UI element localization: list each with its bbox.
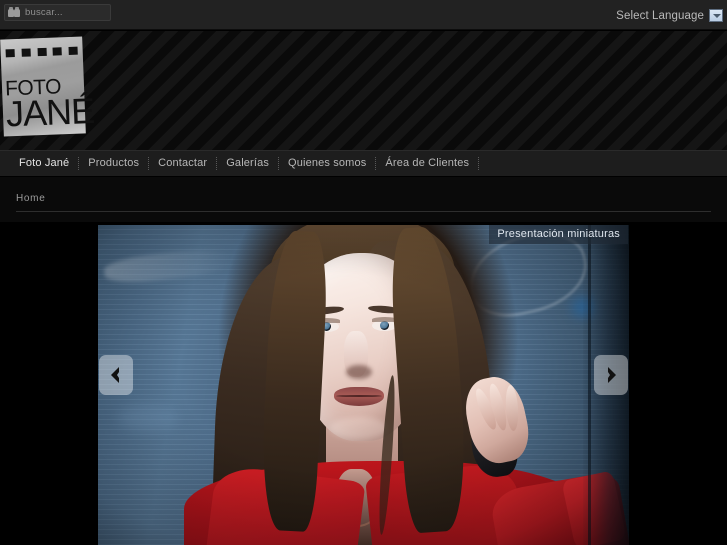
logo-perforations	[5, 46, 78, 58]
nav-item-foto-jane[interactable]: Foto Jané	[10, 151, 78, 176]
slideshow-photo	[98, 225, 629, 545]
breadcrumb-bar: Home	[0, 177, 727, 222]
breadcrumb-divider	[16, 211, 711, 212]
language-selector[interactable]: Select Language	[616, 6, 723, 25]
logo-text: FOTO JANÉ	[5, 75, 95, 135]
search-box[interactable]	[4, 4, 157, 21]
previous-slide-button[interactable]	[99, 355, 133, 395]
slideshow-stage[interactable]: Presentación miniaturas	[98, 225, 629, 545]
nav-item-productos[interactable]: Productos	[79, 151, 148, 176]
main-navigation: Foto Jané Productos Contactar Galerías Q…	[0, 150, 727, 177]
thumbnails-button[interactable]: Presentación miniaturas	[489, 225, 628, 244]
next-slide-button[interactable]	[594, 355, 628, 395]
top-utility-bar: Select Language	[0, 0, 727, 30]
nav-item-galerias[interactable]: Galerías	[217, 151, 278, 176]
language-selector-label: Select Language	[616, 9, 704, 22]
chevron-left-icon	[111, 367, 119, 383]
breadcrumb-item-home[interactable]: Home	[16, 193, 45, 204]
photos-icon	[8, 7, 21, 18]
photo-vignette	[98, 225, 629, 545]
dropdown-select-icon[interactable]	[709, 9, 723, 22]
nav-separator	[478, 157, 480, 170]
nav-item-contactar[interactable]: Contactar	[149, 151, 216, 176]
site-header: FOTO JANÉ	[0, 31, 727, 150]
nav-item-area-de-clientes[interactable]: Área de Clientes	[376, 151, 478, 176]
nav-item-quienes-somos[interactable]: Quienes somos	[279, 151, 375, 176]
search-input[interactable]	[25, 7, 157, 18]
site-logo[interactable]: FOTO JANÉ	[0, 36, 95, 137]
logo-filmstrip-shape: FOTO JANÉ	[0, 36, 95, 137]
chevron-right-icon	[608, 367, 616, 383]
logo-text-line2: JANÉ	[5, 90, 95, 135]
page-root: Select Language FOTO JANÉ Foto Jané Prod…	[0, 0, 727, 545]
stage-right-filler	[629, 225, 727, 545]
